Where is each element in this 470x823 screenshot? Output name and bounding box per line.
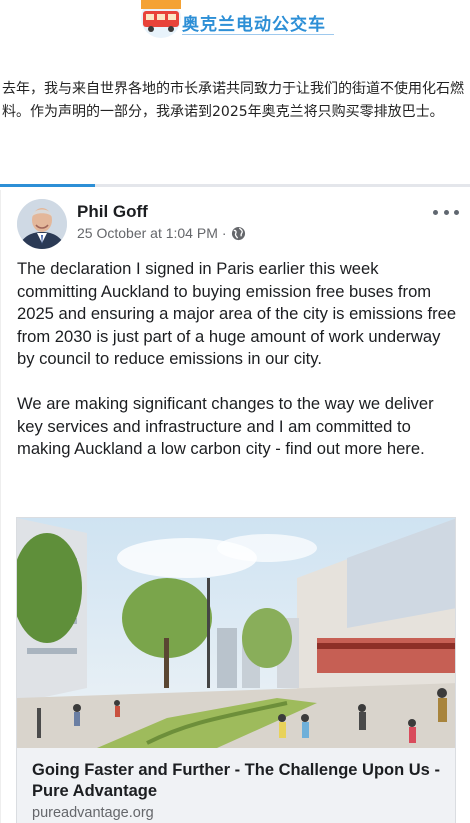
header-banner: 奥克兰电动公交车 — [0, 0, 470, 44]
section-divider-accent — [0, 184, 95, 187]
intro-paragraph: 去年，我与来自世界各地的市长承诺共同致力于让我们的街道不使用化石燃料。作为声明的… — [2, 81, 464, 120]
more-dot — [454, 209, 459, 215]
link-preview-body: Going Faster and Further - The Challenge… — [17, 748, 455, 823]
banner-title: 奥克兰电动公交车 — [182, 15, 326, 35]
facebook-post: Phil Goff 25 October at 1:04 PM · The de… — [0, 190, 470, 823]
avatar[interactable] — [17, 199, 67, 249]
globe-icon — [231, 226, 245, 240]
post-meta: 25 October at 1:04 PM · — [77, 225, 246, 241]
more-dot — [433, 209, 438, 215]
link-preview-image — [17, 518, 455, 748]
more-dot — [443, 209, 449, 215]
post-author[interactable]: Phil Goff — [77, 202, 148, 222]
bus-logo-icon — [141, 0, 181, 38]
link-title[interactable]: Going Faster and Further - The Challenge… — [32, 760, 441, 802]
meta-separator: · — [221, 225, 227, 241]
post-timestamp[interactable]: 25 October at 1:04 PM — [77, 225, 218, 241]
post-paragraph: We are making significant changes to the… — [17, 393, 434, 459]
more-options-icon[interactable] — [433, 202, 459, 222]
post-paragraph: The declaration I signed in Paris earlie… — [17, 259, 457, 369]
post-body: The declaration I signed in Paris earlie… — [17, 258, 457, 461]
avatar-photo — [17, 199, 67, 249]
banner-underline — [182, 34, 334, 35]
link-preview-card[interactable]: Going Faster and Further - The Challenge… — [16, 517, 456, 823]
link-domain: pureadvantage.org — [32, 805, 154, 821]
